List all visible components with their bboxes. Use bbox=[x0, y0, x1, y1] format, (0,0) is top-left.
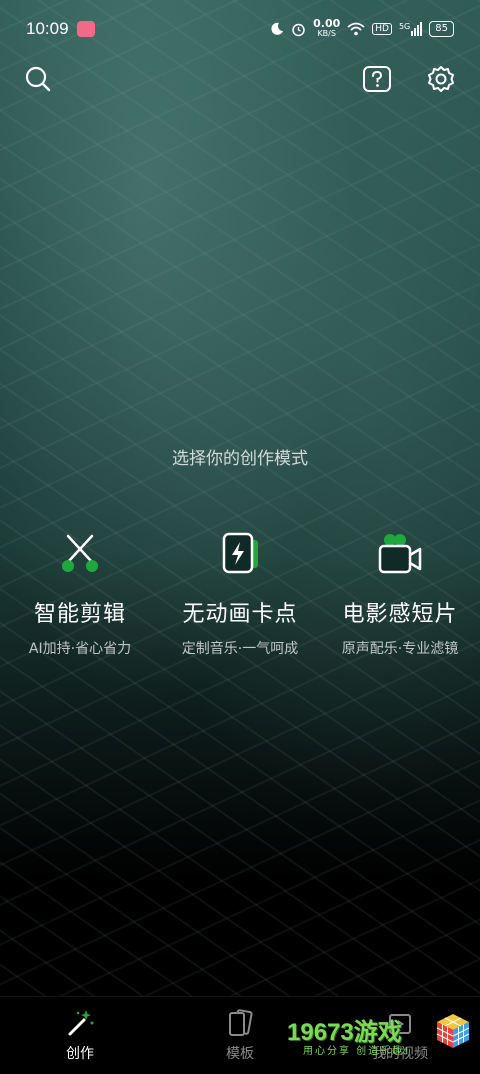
mode-title: 无动画卡点 bbox=[182, 602, 298, 627]
search-button[interactable] bbox=[22, 63, 54, 95]
mode-prompt: 选择你的创作模式 bbox=[172, 449, 308, 469]
gear-icon bbox=[428, 66, 454, 92]
mode-subtitle: 定制音乐·一气呵成 bbox=[181, 641, 299, 657]
creation-modes: 智能剪辑 AI加持·省心省力 无动画卡点 定制音乐·一气呵成 电影感短片 原声配… bbox=[0, 530, 480, 670]
template-cards-icon bbox=[229, 1009, 253, 1036]
tab-label: 创作 bbox=[66, 1046, 94, 1062]
hd-badge: HD bbox=[372, 23, 392, 35]
tab-create[interactable]: 创作 bbox=[30, 1007, 130, 1063]
tab-label: 模板 bbox=[226, 1046, 254, 1062]
signal-icon: 5G bbox=[399, 22, 423, 36]
tab-templates[interactable]: 模板 bbox=[190, 1007, 290, 1063]
moon-icon bbox=[271, 22, 284, 35]
app-notification-icon bbox=[76, 21, 95, 37]
top-bar bbox=[0, 58, 480, 104]
rubiks-cube-icon bbox=[436, 1014, 470, 1048]
status-bar: 10:09 0.00 KB/S HD 5G 85 bbox=[0, 0, 480, 58]
mode-beat-sync[interactable]: 无动画卡点 定制音乐·一气呵成 bbox=[160, 530, 320, 658]
video-camera-icon bbox=[378, 534, 422, 574]
mode-title: 电影感短片 bbox=[342, 602, 458, 627]
mode-subtitle: AI加持·省心省力 bbox=[28, 641, 132, 657]
net-speed: 0.00 KB/S bbox=[313, 17, 341, 38]
mode-subtitle: 原声配乐·专业滤镜 bbox=[341, 641, 459, 657]
watermark-tagline: 用心分享 创造乐趣! bbox=[303, 1046, 411, 1057]
help-icon bbox=[363, 66, 391, 92]
magic-wand-icon bbox=[68, 1010, 94, 1036]
mode-smart-edit[interactable]: 智能剪辑 AI加持·省心省力 bbox=[0, 530, 160, 658]
flash-card-icon bbox=[222, 532, 258, 574]
scissors-icon bbox=[62, 534, 98, 572]
wifi-icon bbox=[347, 22, 365, 36]
search-icon bbox=[25, 66, 51, 92]
watermark-logo: 19673游戏 用心分享 创造乐趣! bbox=[285, 1010, 480, 1068]
settings-button[interactable] bbox=[425, 63, 457, 95]
alarm-icon bbox=[292, 23, 305, 36]
help-button[interactable] bbox=[361, 63, 393, 95]
mode-cinematic[interactable]: 电影感短片 原声配乐·专业滤镜 bbox=[320, 530, 480, 658]
mode-title: 智能剪辑 bbox=[33, 602, 126, 627]
background-image bbox=[0, 0, 480, 1000]
battery-indicator: 85 bbox=[429, 21, 454, 37]
status-time: 10:09 bbox=[26, 19, 69, 38]
